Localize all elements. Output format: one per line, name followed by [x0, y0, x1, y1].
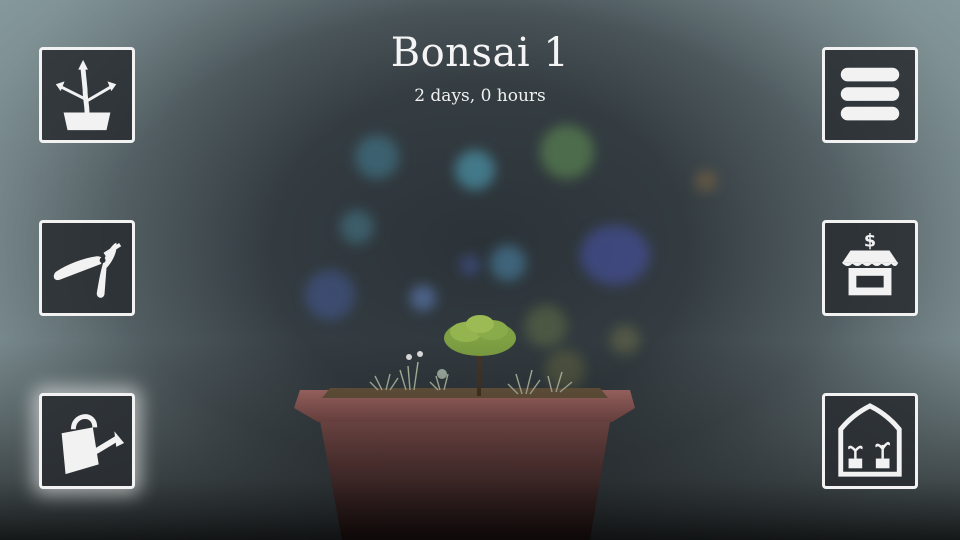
bokeh-light: [410, 285, 436, 311]
prune-button[interactable]: [39, 220, 135, 316]
greenhouse-icon: [838, 403, 902, 477]
bokeh-light: [695, 170, 717, 192]
tree-growth-icon: [55, 59, 117, 131]
pruning-shears-icon: [53, 242, 122, 298]
bokeh-light: [540, 125, 594, 179]
water-button[interactable]: [39, 393, 135, 489]
svg-text:$: $: [864, 232, 876, 252]
menu-button[interactable]: [822, 47, 918, 143]
bottom-shadow: [0, 340, 960, 540]
bokeh-light: [580, 225, 650, 285]
bokeh-light: [455, 150, 495, 190]
bokeh-light: [355, 135, 399, 179]
tree-name-title: Bonsai 1: [390, 30, 570, 76]
menu-icon: [840, 67, 900, 121]
watering-can-icon: [61, 414, 125, 475]
game-scene: [0, 0, 960, 540]
bokeh-light: [340, 210, 374, 244]
tree-age-label: 2 days, 0 hours: [414, 86, 546, 106]
shop-icon: $: [841, 232, 899, 296]
bokeh-light: [460, 255, 480, 275]
bokeh-light: [490, 245, 526, 281]
shop-button[interactable]: $: [822, 220, 918, 316]
greenhouse-button[interactable]: [822, 393, 918, 489]
grow-button[interactable]: [39, 47, 135, 143]
